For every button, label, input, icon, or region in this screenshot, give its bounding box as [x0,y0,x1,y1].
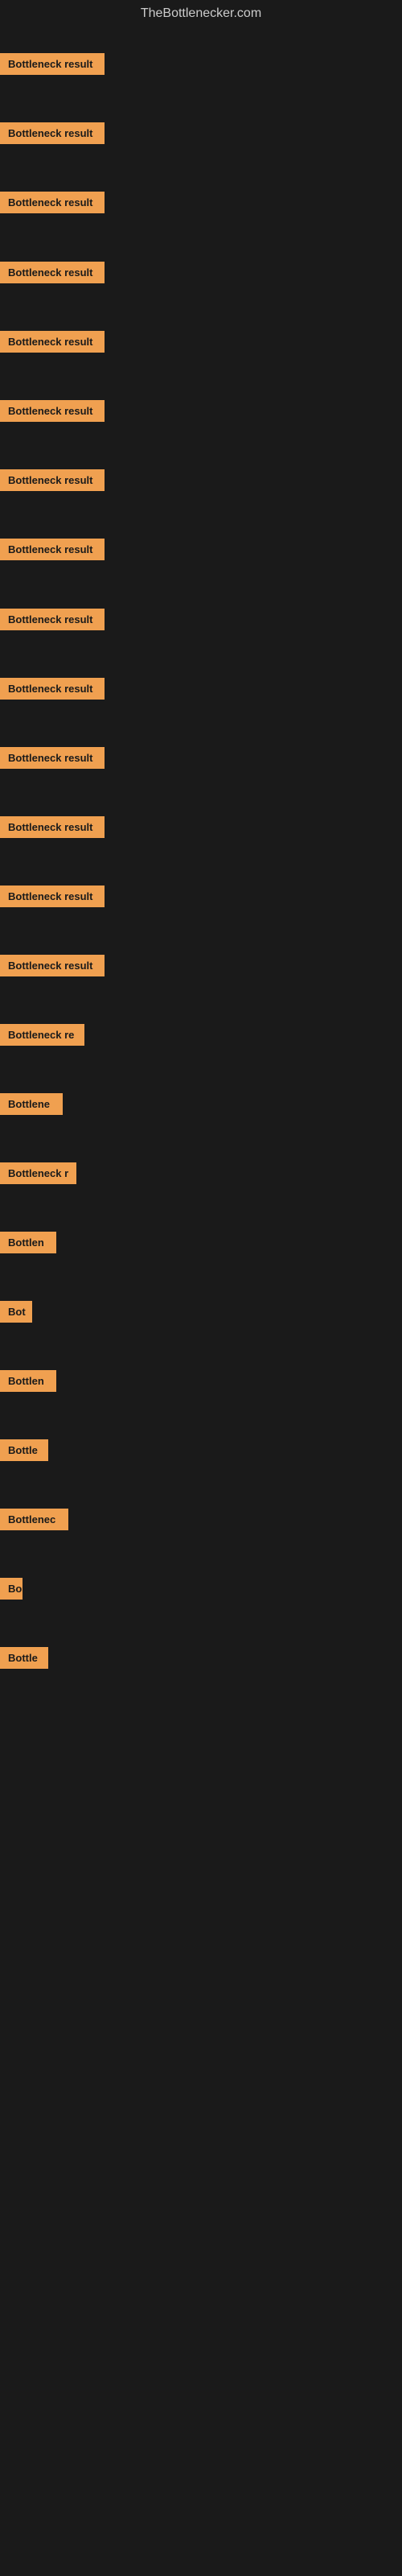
bottleneck-row: Bottleneck re [0,1024,402,1050]
bottleneck-row: Bottlen [0,1232,402,1257]
bottleneck-result-badge[interactable]: Bottleneck result [0,747,105,769]
bottleneck-row: Bot [0,1301,402,1327]
bottleneck-row: Bottleneck result [0,122,402,148]
bottleneck-row: Bottleneck result [0,53,402,79]
bottleneck-result-badge[interactable]: Bottlen [0,1370,56,1392]
bottleneck-result-badge[interactable]: Bottleneck result [0,400,105,422]
bottleneck-row: Bottleneck r [0,1162,402,1188]
bottleneck-result-badge[interactable]: Bottleneck result [0,539,105,560]
bottleneck-result-badge[interactable]: Bottleneck result [0,331,105,353]
bottleneck-result-badge[interactable]: Bottleneck re [0,1024,84,1046]
bottleneck-row: Bottleneck result [0,400,402,426]
bottleneck-result-badge[interactable]: Bottleneck r [0,1162,76,1184]
bottleneck-result-badge[interactable]: Bottleneck result [0,678,105,700]
bottleneck-row: Bottlene [0,1093,402,1119]
bottleneck-result-badge[interactable]: Bottleneck result [0,609,105,630]
bottleneck-row: Bo [0,1578,402,1604]
bottleneck-row: Bottleneck result [0,539,402,564]
bottleneck-row: Bottleneck result [0,886,402,911]
bottleneck-row: Bottleneck result [0,262,402,287]
bottleneck-result-badge[interactable]: Bottlenec [0,1509,68,1530]
bottleneck-row: Bottle [0,1439,402,1465]
bottleneck-result-badge[interactable]: Bottleneck result [0,122,105,144]
bottleneck-result-badge[interactable]: Bottlene [0,1093,63,1115]
bottleneck-result-badge[interactable]: Bottlen [0,1232,56,1253]
bottleneck-result-badge[interactable]: Bottleneck result [0,53,105,75]
bottleneck-result-badge[interactable]: Bottleneck result [0,192,105,213]
bottleneck-row: Bottleneck result [0,678,402,704]
bottleneck-row: Bottleneck result [0,816,402,842]
bottleneck-result-badge[interactable]: Bottle [0,1439,48,1461]
bottleneck-result-badge[interactable]: Bottleneck result [0,469,105,491]
bottleneck-row: Bottlen [0,1370,402,1396]
bottleneck-result-badge[interactable]: Bottleneck result [0,955,105,976]
bottleneck-row: Bottlenec [0,1509,402,1534]
bottleneck-row: Bottleneck result [0,955,402,980]
bottleneck-row: Bottleneck result [0,192,402,217]
bottleneck-row: Bottleneck result [0,331,402,357]
bottleneck-result-badge[interactable]: Bo [0,1578,23,1600]
bottleneck-result-badge[interactable]: Bot [0,1301,32,1323]
bottleneck-row: Bottleneck result [0,747,402,773]
bottleneck-result-badge[interactable]: Bottle [0,1647,48,1669]
bottleneck-result-badge[interactable]: Bottleneck result [0,816,105,838]
bottleneck-row: Bottleneck result [0,469,402,495]
bottleneck-row: Bottleneck result [0,609,402,634]
bottleneck-result-badge[interactable]: Bottleneck result [0,262,105,283]
site-header: TheBottlenecker.com [0,0,402,27]
bottleneck-row: Bottle [0,1647,402,1673]
site-title: TheBottlenecker.com [0,0,402,27]
bottleneck-result-badge[interactable]: Bottleneck result [0,886,105,907]
